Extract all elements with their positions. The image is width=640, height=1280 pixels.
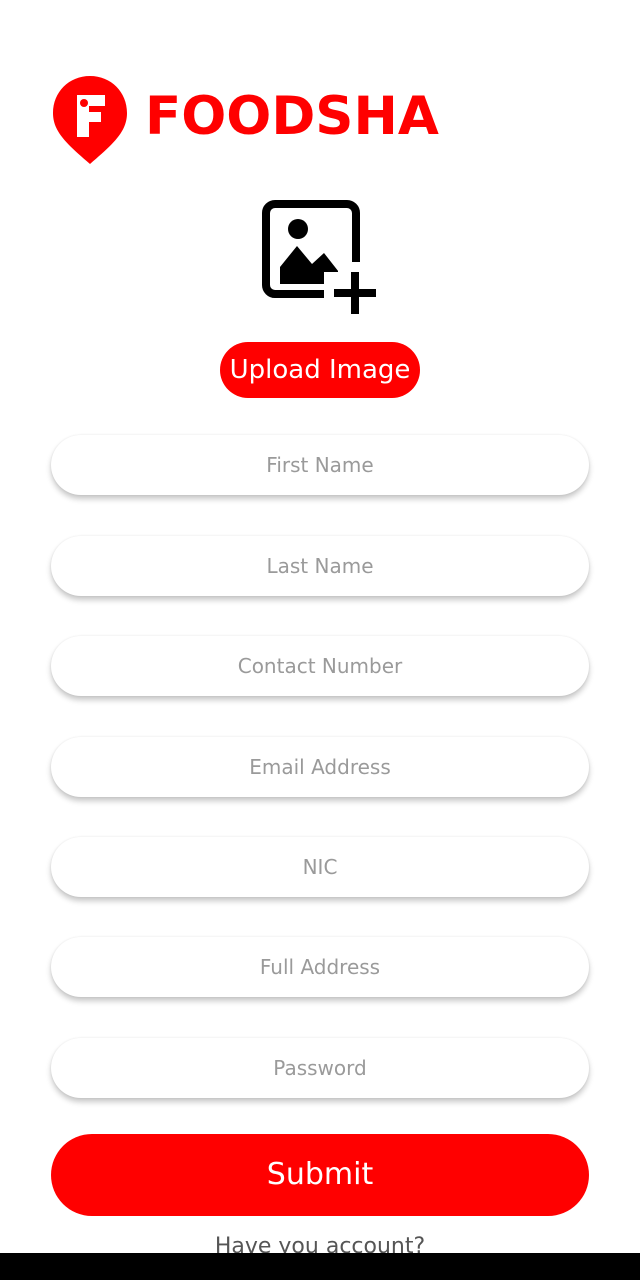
submit-button[interactable]: Submit bbox=[51, 1134, 589, 1216]
brand-name: FOODSHA bbox=[145, 85, 439, 147]
full-address-input[interactable] bbox=[51, 937, 589, 997]
nic-input[interactable] bbox=[51, 837, 589, 897]
contact-number-input[interactable] bbox=[51, 636, 589, 696]
email-address-input[interactable] bbox=[51, 737, 589, 797]
location-pin-f-icon bbox=[53, 76, 127, 164]
brand-logo: FOODSHA bbox=[51, 74, 439, 166]
last-name-input[interactable] bbox=[51, 536, 589, 596]
add-image-icon[interactable] bbox=[262, 200, 380, 318]
system-navigation-bar bbox=[0, 1253, 640, 1280]
first-name-input[interactable] bbox=[51, 435, 589, 495]
password-input[interactable] bbox=[51, 1038, 589, 1098]
upload-image-button[interactable]: Upload Image bbox=[220, 342, 420, 398]
